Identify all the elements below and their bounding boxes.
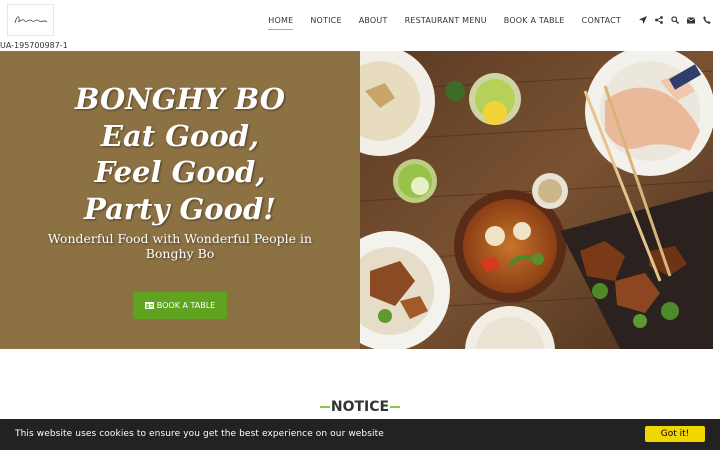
location-arrow-icon[interactable] [638,15,648,25]
book-a-table-label: BOOK A TABLE [156,301,216,310]
nav-about[interactable]: ABOUT [359,16,388,25]
nav-restaurant-menu[interactable]: RESTAURANT MENU [405,16,487,25]
logo-script-icon [14,16,47,24]
nav-book-a-table[interactable]: BOOK A TABLE [504,16,565,25]
headline-line: Feel Good, [94,155,266,189]
headline-line: BONGHY BO [74,82,286,116]
nav-contact[interactable]: CONTACT [582,16,621,25]
hero-food-image [360,51,713,349]
phone-icon[interactable] [702,15,712,25]
title-accent-left [319,406,330,408]
site-logo[interactable] [7,4,54,36]
cookie-consent-bar: This website uses cookies to ensure you … [0,419,720,450]
share-icon[interactable] [654,15,664,25]
main-nav: HOME NOTICE ABOUT RESTAURANT MENU BOOK A… [268,0,712,40]
id-card-icon [144,302,154,309]
envelope-icon[interactable] [686,15,696,25]
nav-notice[interactable]: NOTICE [310,16,341,25]
hero-headline: BONGHY BO Eat Good, Feel Good, Party Goo… [0,81,360,227]
headline-line: Party Good! [84,191,276,226]
site-header: HOME NOTICE ABOUT RESTAURANT MENU BOOK A… [0,0,720,40]
cookie-accept-button[interactable]: Got it! [645,426,705,442]
hero-banner: BONGHY BO Eat Good, Feel Good, Party Goo… [0,51,720,349]
book-a-table-button[interactable]: BOOK A TABLE [133,292,227,319]
nav-home[interactable]: HOME [268,16,294,30]
hero-subtitle: Wonderful Food with Wonderful People in … [47,231,313,261]
title-accent-right [390,406,401,408]
notice-title-text: NOTICE [330,399,390,415]
cookie-message: This website uses cookies to ensure you … [15,429,384,439]
headline-line: Eat Good, [100,118,260,153]
notice-section-title: NOTICE [0,399,720,415]
search-icon[interactable] [670,15,680,25]
food-table-image [360,51,713,349]
hero-text-panel: BONGHY BO Eat Good, Feel Good, Party Goo… [0,51,360,349]
tracking-id-text: UA-195700987-1 [0,41,68,50]
